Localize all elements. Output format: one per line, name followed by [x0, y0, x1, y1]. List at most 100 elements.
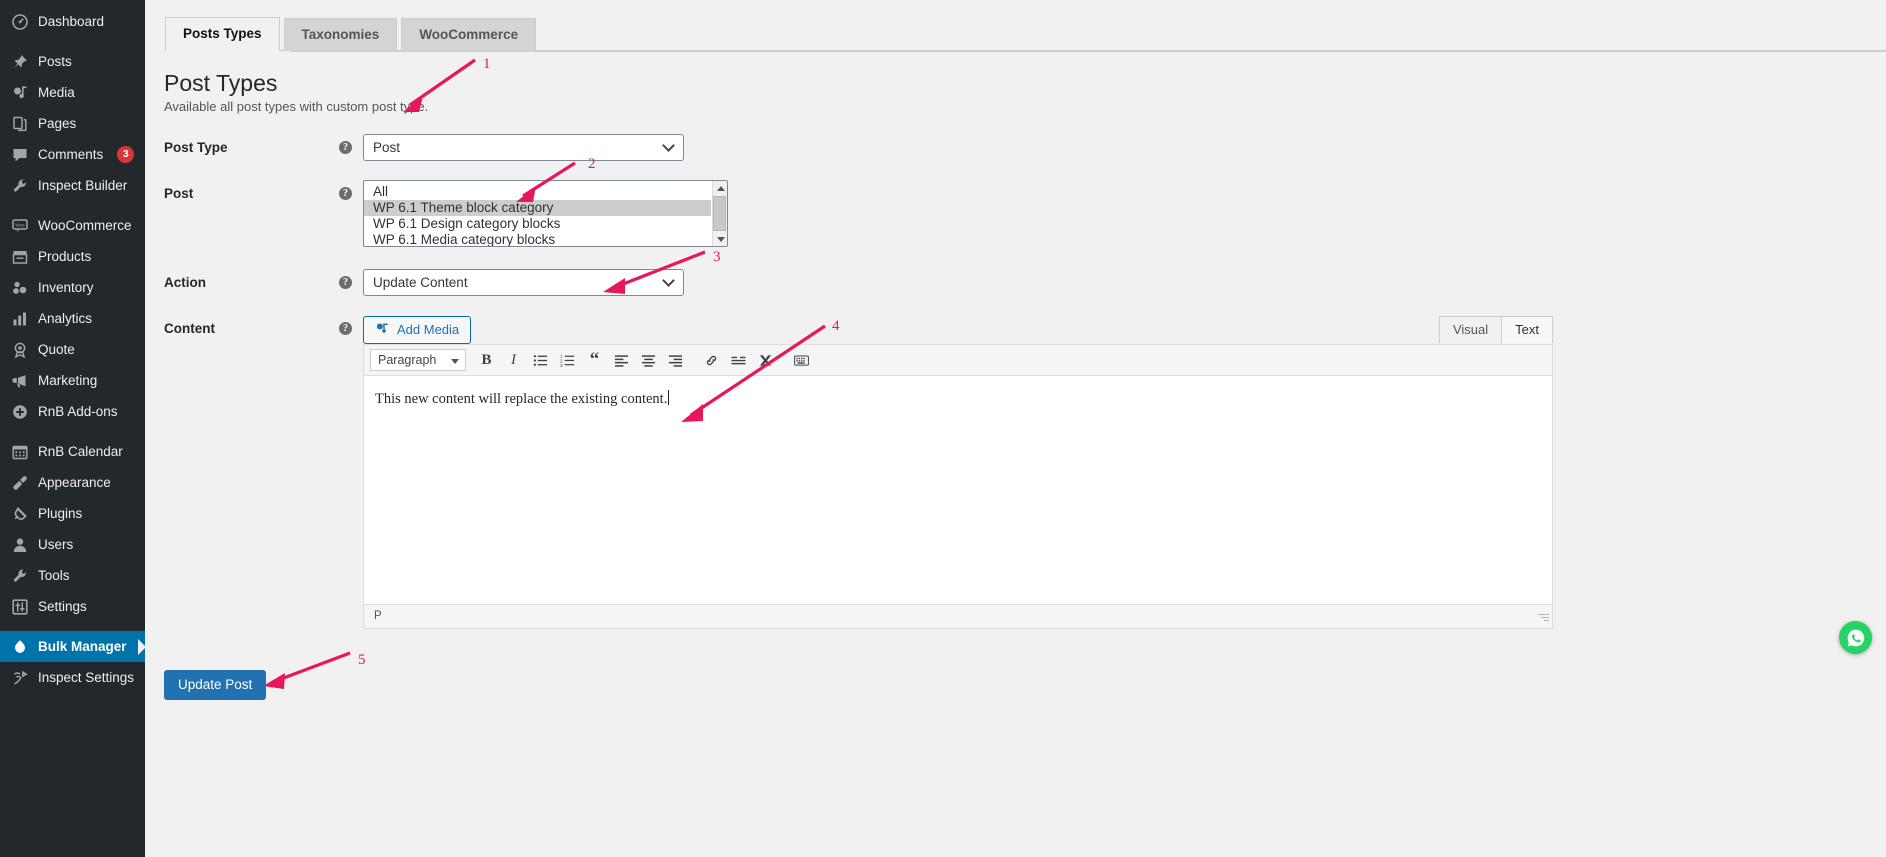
editor-view-tabs: Visual Text [1438, 316, 1553, 343]
admin-sidebar: Dashboard Posts Media Pages Comments 3 Inspect… [0, 0, 145, 857]
sidebar-item-users[interactable]: Users [0, 529, 145, 560]
listbox-option[interactable]: All [364, 184, 711, 200]
sidebar-separator [0, 201, 145, 210]
annotation-number-3: 3 [713, 249, 721, 265]
row-content: Content ? Add Media Visual Text Paragrap… [145, 315, 1886, 629]
sidebar-item-tools[interactable]: Tools [0, 560, 145, 591]
sidebar-item-label: Posts [38, 54, 72, 69]
annotation-number-1: 1 [483, 56, 491, 72]
calendar-icon [11, 443, 29, 461]
field-content: Add Media Visual Text Paragraph B I 1 2 … [363, 315, 1886, 629]
help-icon-content[interactable]: ? [339, 322, 352, 335]
sidebar-item-label: Pages [38, 116, 77, 131]
tab-posts-types[interactable]: Posts Types [165, 17, 280, 51]
bold-icon[interactable]: B [474, 349, 499, 372]
sidebar-item-comments[interactable]: Comments 3 [0, 139, 145, 170]
settings-sliders-icon [11, 598, 29, 616]
editor-resize-handle[interactable] [1537, 612, 1549, 624]
comment-icon [11, 146, 29, 164]
listbox-option[interactable]: WP 6.1 Media category blocks [364, 232, 711, 246]
scrollbar-thumb[interactable] [713, 196, 726, 231]
blockquote-icon[interactable]: “ [582, 349, 607, 372]
post-type-select[interactable]: Post [363, 134, 684, 161]
sidebar-item-posts[interactable]: Posts [0, 46, 145, 77]
text-caret [668, 390, 670, 405]
align-center-icon[interactable] [636, 349, 661, 372]
paintbrush-icon [11, 474, 29, 492]
align-left-icon[interactable] [609, 349, 634, 372]
page-title: Post Types [164, 70, 278, 96]
add-media-label: Add Media [397, 321, 460, 337]
sidebar-badge-count: 3 [117, 146, 135, 163]
listbox-scrollbar[interactable] [712, 181, 727, 246]
sidebar-item-rnb-calendar[interactable]: RnB Calendar [0, 436, 145, 467]
editor-content-area[interactable]: This new content will replace the existi… [364, 376, 1552, 604]
sidebar-item-settings[interactable]: Settings [0, 591, 145, 622]
sidebar-item-rnb-add-ons[interactable]: RnB Add-ons [0, 396, 145, 427]
add-media-button[interactable]: Add Media [363, 315, 472, 344]
listbox-option[interactable]: WP 6.1 Design category blocks [364, 216, 711, 232]
sidebar-item-label: Bulk Manager [38, 639, 127, 654]
field-action: Update Content [363, 269, 1886, 296]
sidebar-item-label: Quote [38, 342, 75, 357]
scroll-down-arrow-icon[interactable] [713, 232, 727, 246]
sidebar-item-media[interactable]: Media [0, 77, 145, 108]
editor-status-bar: P [364, 604, 1552, 628]
listbox-option[interactable]: WP 6.1 Theme block category [364, 200, 711, 216]
sidebar-item-woocommerce[interactable]: Woo WooCommerce [0, 210, 145, 241]
paragraph-format-select[interactable]: Paragraph [370, 349, 466, 371]
quote-award-icon [11, 341, 29, 359]
sidebar-item-label: RnB Add-ons [38, 404, 118, 419]
action-selected-value: Update Content [373, 275, 468, 290]
tab-taxonomies[interactable]: Taxonomies [283, 18, 398, 51]
post-multiselect-listbox[interactable]: All WP 6.1 Theme block category WP 6.1 Des… [363, 180, 728, 247]
sidebar-item-bulk-manager[interactable]: Bulk Manager [0, 631, 145, 662]
sidebar-separator [0, 622, 145, 631]
page-subtitle: Available all post types with custom pos… [164, 99, 429, 114]
bulleted-list-icon[interactable] [528, 349, 553, 372]
bulk-manager-icon [11, 638, 29, 656]
scroll-up-arrow-icon[interactable] [713, 181, 727, 195]
sidebar-item-pages[interactable]: Pages [0, 108, 145, 139]
inventory-icon [11, 279, 29, 297]
sidebar-item-appearance[interactable]: Appearance [0, 467, 145, 498]
tabs-bottom-rule [290, 51, 1886, 52]
add-media-icon [376, 323, 388, 333]
action-select[interactable]: Update Content [363, 269, 684, 296]
sidebar-item-label: Appearance [38, 475, 111, 490]
help-icon-post[interactable]: ? [339, 187, 352, 200]
label-action: Action [164, 275, 206, 290]
sidebar-item-plugins[interactable]: Plugins [0, 498, 145, 529]
sidebar-item-analytics[interactable]: Analytics [0, 303, 145, 334]
help-icon-post-type[interactable]: ? [339, 141, 352, 154]
tab-woocommerce[interactable]: WooCommerce [401, 18, 537, 51]
toolbar-toggle-icon[interactable] [753, 349, 778, 372]
whatsapp-chat-button[interactable] [1839, 621, 1872, 654]
sidebar-item-label: Settings [38, 599, 87, 614]
tab-visual-editor[interactable]: Visual [1438, 316, 1503, 343]
keyboard-shortcuts-icon[interactable] [789, 349, 814, 372]
sidebar-item-inspect-settings[interactable]: Inspect Settings [0, 662, 145, 693]
tab-text-editor[interactable]: Text [1501, 316, 1553, 343]
annotation-number-2: 2 [588, 156, 596, 172]
update-post-button[interactable]: Update Post [164, 670, 267, 700]
italic-icon[interactable]: I [501, 349, 526, 372]
insert-read-more-icon[interactable] [726, 349, 751, 372]
editor-element-path: P [374, 610, 382, 622]
sidebar-item-inventory[interactable]: Inventory [0, 272, 145, 303]
sidebar-item-dashboard[interactable]: Dashboard [0, 6, 145, 37]
align-right-icon[interactable] [663, 349, 688, 372]
sidebar-item-inspect-builder[interactable]: Inspect Builder [0, 170, 145, 201]
sidebar-item-quote[interactable]: Quote [0, 334, 145, 365]
numbered-list-icon[interactable]: 123 [555, 349, 580, 372]
label-post: Post [164, 186, 194, 201]
label-content: Content [164, 321, 215, 336]
caret-down-icon [451, 359, 459, 364]
sidebar-item-marketing[interactable]: Marketing [0, 365, 145, 396]
help-icon-action[interactable]: ? [339, 276, 352, 289]
sidebar-item-label: Products [38, 249, 92, 264]
insert-link-icon[interactable] [699, 349, 724, 372]
row-post: Post ? All WP 6.1 Theme block category WP … [145, 180, 1886, 247]
sidebar-item-products[interactable]: Products [0, 241, 145, 272]
field-post: All WP 6.1 Theme block category WP 6.1 Des… [363, 180, 1886, 247]
